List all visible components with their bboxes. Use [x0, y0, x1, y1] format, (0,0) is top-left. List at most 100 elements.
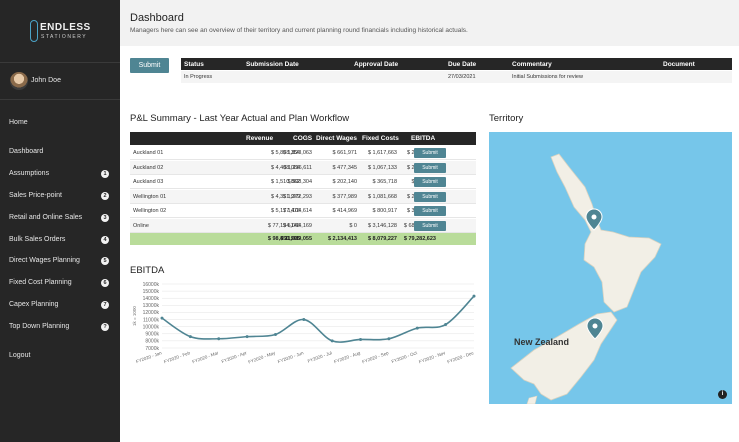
x-tick-label: FY2020 - Nov	[418, 350, 447, 364]
row-submit-button[interactable]: Submit	[414, 220, 446, 231]
ebitda-title: EBITDA	[130, 265, 165, 276]
status-value: In Progress	[184, 74, 213, 80]
sidebar-item-sales-price-point[interactable]: Sales Price-point 2	[0, 188, 120, 204]
step-badge: 7	[101, 301, 109, 309]
paperclip-icon	[30, 20, 38, 42]
logo-text-sub: STATIONERY	[41, 34, 88, 40]
y-tick-label: 13000k	[143, 303, 160, 309]
y-tick-label: 11000k	[143, 317, 160, 323]
sidebar-item-capex-planning[interactable]: Capex Planning 7	[0, 297, 120, 313]
y-tick-label: 8000k	[145, 339, 159, 345]
sidebar-item-retail-online-sales[interactable]: Retail and Online Sales 3	[0, 210, 120, 226]
territory-map[interactable]: New Zealand i	[489, 132, 732, 404]
sidebar-item-dashboard[interactable]: Dashboard	[0, 144, 120, 160]
user-profile[interactable]: John Doe	[0, 62, 120, 100]
row-name: Wellington 02	[133, 208, 167, 214]
x-tick-label: FY2020 - Jan	[135, 350, 163, 364]
data-point[interactable]	[444, 323, 448, 327]
page-subtitle: Managers here can see an overview of the…	[130, 27, 468, 34]
sidebar-item-label: Dashboard	[9, 148, 44, 155]
sidebar-item-top-down-planning[interactable]: Top Down Planning?	[0, 319, 120, 335]
sidebar-item-home[interactable]: Home	[0, 115, 120, 131]
step-badge: ?	[101, 323, 109, 331]
row-name: Auckland 02	[133, 164, 164, 171]
sidebar-item-bulk-sales-orders[interactable]: Bulk Sales Orders 4	[0, 232, 120, 248]
ebitda-series-line	[161, 295, 475, 343]
column-header: COGS	[293, 135, 313, 142]
sidebar-item-label: Bulk Sales Orders	[9, 236, 66, 243]
sidebar-item-direct-wages-planning[interactable]: Direct Wages Planning 5	[0, 253, 120, 269]
row-submit-button[interactable]: Submit	[414, 206, 446, 216]
x-tick-label: FY2020 - Oct	[391, 350, 419, 364]
column-header: Submission Date	[246, 61, 299, 68]
data-point[interactable]	[415, 326, 419, 330]
ebitda-line-chart: 7000k8000k9000k10000k11000k12000k13000k1…	[132, 282, 476, 365]
x-tick-label: FY2020 - Feb	[163, 350, 191, 364]
row-submit-button[interactable]: Submit	[414, 177, 446, 187]
data-point[interactable]	[217, 337, 221, 341]
table-row: Auckland 02 $ 4,408,084 $ 1,216,611 $ 477,3…	[130, 160, 476, 175]
total-ebitda: $ 79,282,623	[403, 236, 436, 242]
step-badge: 1	[101, 170, 109, 178]
map-country-label: New Zealand	[514, 337, 570, 347]
data-point[interactable]	[330, 339, 334, 343]
submit-button[interactable]: Submit	[130, 58, 169, 73]
sidebar-item-logout[interactable]: Logout	[0, 348, 120, 364]
y-tick-label: 9000k	[145, 332, 159, 338]
row-submit-button[interactable]: Submit	[414, 162, 446, 173]
step-badge: 2	[101, 192, 109, 200]
data-point[interactable]	[188, 335, 192, 339]
table-row: Wellington 02 $ 5,177,478 $ 1,104,614 $ 414…	[130, 204, 476, 218]
pl-summary-title: P&L Summary - Last Year Actual and Plan …	[130, 113, 350, 124]
y-tick-label: 12000k	[143, 310, 160, 316]
x-tick-label: FY2020 - Mar	[192, 350, 220, 364]
user-name: John Doe	[31, 77, 61, 84]
column-header: Fixed Costs	[362, 135, 399, 142]
column-header: Direct Wages	[316, 135, 357, 142]
column-header: Document	[663, 61, 695, 68]
pl-total-row: $ 98,450,905 $ 11,089,055 $ 2,134,413 $ …	[130, 233, 476, 245]
data-point[interactable]	[245, 335, 249, 339]
table-row: Auckland 01 $ 5,808,354 $ 1,823,063 $ 661,9…	[130, 146, 476, 160]
data-point[interactable]	[472, 294, 476, 298]
y-axis-label: 1k = 1000	[132, 306, 137, 326]
y-tick-label: 14000k	[143, 296, 160, 302]
sidebar-item-label: Retail and Online Sales	[9, 214, 83, 221]
sidebar-item-label: Home	[9, 119, 28, 126]
row-name: Wellington 01	[133, 193, 167, 200]
page-header: Dashboard Managers here can see an overv…	[120, 0, 739, 46]
x-tick-label: FY2020 - Dec	[447, 350, 476, 364]
company-logo: ENDLESS STATIONERY	[30, 20, 100, 42]
row-submit-button[interactable]: Submit	[414, 148, 446, 158]
x-tick-label: FY2020 - Aug	[333, 350, 361, 364]
submission-table-row: In Progress 27/03/2021 Initial Submissio…	[181, 71, 732, 83]
x-tick-label: FY2020 - Sep	[361, 350, 389, 364]
row-name: Auckland 03	[133, 179, 164, 185]
row-name: Online	[133, 222, 149, 229]
data-point[interactable]	[160, 316, 164, 320]
step-badge: 5	[101, 257, 109, 265]
data-point[interactable]	[387, 337, 391, 341]
step-badge: 6	[101, 279, 109, 287]
territory-title: Territory	[489, 113, 524, 124]
due-date-value: 27/03/2021	[448, 74, 476, 80]
data-point[interactable]	[302, 318, 306, 322]
new-zealand-map	[510, 153, 662, 404]
column-header: Commentary	[512, 61, 552, 68]
sidebar-item-label: Fixed Cost Planning	[9, 279, 72, 286]
x-tick-label: FY2020 - Jun	[277, 350, 305, 364]
sidebar-item-fixed-cost-planning[interactable]: Fixed Cost Planning 6	[0, 275, 120, 291]
column-header: EBITDA	[411, 135, 436, 142]
sidebar-item-label: Sales Price-point	[9, 192, 62, 199]
sidebar-item-label: Logout	[9, 352, 31, 359]
sidebar-item-assumptions[interactable]: Assumptions 1	[0, 166, 120, 182]
y-tick-label: 10000k	[143, 324, 160, 330]
y-tick-label: 16000k	[143, 282, 160, 288]
data-point[interactable]	[273, 332, 277, 336]
row-submit-button[interactable]: Submit	[414, 191, 446, 202]
info-icon[interactable]: i	[718, 390, 727, 399]
stewart-island	[526, 395, 538, 404]
table-row: Online $ 77,194,148 $ 5,064,169 $ 0 $ 3,146,…	[130, 218, 476, 233]
row-name: Auckland 01	[133, 150, 164, 156]
data-point[interactable]	[359, 337, 363, 341]
